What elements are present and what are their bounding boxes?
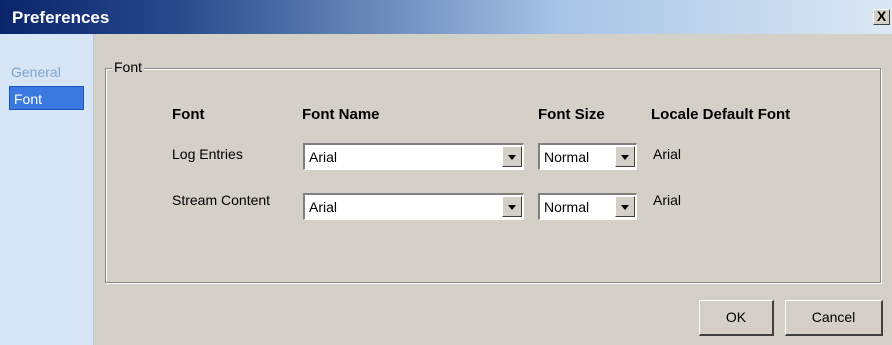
select-value: Normal [544, 199, 590, 215]
chevron-down-icon [621, 205, 629, 210]
log-entries-locale-default: Arial [653, 146, 682, 162]
ok-button[interactable]: OK [699, 300, 774, 336]
close-button[interactable]: X [873, 9, 890, 25]
chevron-down-icon [621, 155, 629, 160]
row-label-log-entries: Log Entries [172, 146, 243, 162]
sidebar-item-general[interactable]: General [7, 60, 65, 84]
stream-content-font-size-select[interactable]: Normal [538, 193, 637, 220]
stream-content-font-name-select[interactable]: Arial [303, 193, 524, 220]
header-font: Font [172, 106, 205, 123]
stream-content-locale-default: Arial [653, 192, 682, 208]
header-font-size: Font Size [538, 106, 605, 123]
cancel-button[interactable]: Cancel [785, 300, 883, 336]
close-icon: X [876, 8, 887, 24]
sidebar: General Font [0, 34, 94, 345]
dropdown-button[interactable] [502, 146, 522, 167]
header-locale-default-font: Locale Default Font [651, 106, 791, 123]
dropdown-button[interactable] [615, 146, 635, 167]
title-bar: Preferences X [0, 0, 892, 34]
log-entries-font-name-select[interactable]: Arial [303, 143, 524, 170]
font-groupbox [105, 68, 881, 283]
chevron-down-icon [508, 155, 516, 160]
window-title: Preferences [12, 8, 110, 27]
header-font-name: Font Name [302, 106, 380, 123]
chevron-down-icon [508, 205, 516, 210]
dropdown-button[interactable] [615, 196, 635, 217]
groupbox-title: Font [112, 59, 145, 75]
select-value: Normal [544, 149, 590, 165]
select-value: Arial [309, 199, 338, 215]
sidebar-item-font[interactable]: Font [9, 86, 84, 110]
log-entries-font-size-select[interactable]: Normal [538, 143, 637, 170]
dropdown-button[interactable] [502, 196, 522, 217]
row-label-stream-content: Stream Content [172, 192, 271, 208]
select-value: Arial [309, 149, 338, 165]
